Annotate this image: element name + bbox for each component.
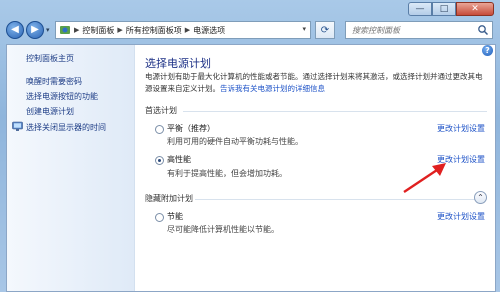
sidebar-item-wake-password[interactable]: 唤醒时需要密码 [26,76,82,87]
change-plan-balanced-link[interactable]: 更改计划设置 [437,123,485,134]
close-button[interactable]: ✕ [456,2,494,16]
change-plan-power-saver-link[interactable]: 更改计划设置 [437,211,485,222]
caption-buttons: — □ ✕ [408,2,494,16]
sidebar-item-home[interactable]: 控制面板主页 [26,53,74,64]
plan-name-balanced[interactable]: 平衡（推荐） [167,123,215,134]
breadcrumb-separator: ▶ [117,26,123,34]
title-bar: — □ ✕ [0,0,500,18]
address-dropdown-icon[interactable]: ▾ [302,25,306,33]
main-panel: ? 选择电源计划 电源计划有助于最大化计算机的性能或者节能。通过选择计划来将其激… [135,45,495,291]
breadcrumb-separator: ▶ [184,26,191,34]
search-box[interactable] [345,21,493,39]
collapse-hidden-plans-button[interactable]: ⌃ [474,191,487,204]
sidebar-item-display-off[interactable]: 选择关闭显示器的时间 [26,122,106,133]
preferred-plans-label: 首选计划 [145,106,177,115]
recent-pages-dropdown[interactable]: ▾ [46,26,50,34]
back-button[interactable]: ◀ [6,21,24,39]
radio-power-saver[interactable] [155,213,164,222]
sidebar-item-power-button[interactable]: 选择电源按钮的功能 [26,91,98,102]
radio-balanced[interactable] [155,125,164,134]
description-line-2: 源设置来自定义计划。告诉我有关电源计划的详细信息 [145,83,488,95]
plan-desc-balanced: 利用可用的硬件自动平衡功耗与性能。 [167,137,303,146]
hidden-plans-divider [195,199,483,200]
breadcrumb-control-panel[interactable]: 控制面板 [82,25,114,36]
content-area: 控制面板主页 唤醒时需要密码 选择电源按钮的功能 创建电源计划 选择关闭显示器的… [6,44,496,292]
radio-high-performance[interactable] [155,156,164,165]
description-line-1: 电源计划有助于最大化计算机的性能或者节能。通过选择计划来将其激活，或选择计划并通… [145,72,483,81]
breadcrumb-power-options[interactable]: 电源选项 [193,25,225,36]
search-input[interactable] [346,25,474,35]
preferred-plans-divider [183,111,487,112]
breadcrumb-separator: ▶ [74,26,80,34]
plan-name-power-saver[interactable]: 节能 [167,211,183,222]
hidden-plans-label: 隐藏附加计划 [145,194,193,203]
sidebar: 控制面板主页 唤醒时需要密码 选择电源按钮的功能 创建电源计划 选择关闭显示器的… [7,45,135,291]
page-title: 选择电源计划 [145,57,211,70]
minimize-button[interactable]: — [408,2,432,16]
forward-button[interactable]: ▶ [26,21,44,39]
power-plan-help-link[interactable]: 告诉我有关电源计划的详细信息 [220,84,325,93]
maximize-button[interactable]: □ [432,2,456,16]
change-plan-high-performance-link[interactable]: 更改计划设置 [437,154,485,165]
monitor-icon [12,121,23,131]
help-icon[interactable]: ? [482,45,493,56]
control-panel-icon [60,26,70,34]
address-bar[interactable]: ▶ 控制面板 ▶ 所有控制面板项 ▶ 电源选项 ▾ [55,21,311,39]
sidebar-item-create-plan[interactable]: 创建电源计划 [26,106,74,117]
plan-desc-high-performance: 有利于提高性能，但会增加功耗。 [167,169,287,178]
breadcrumb-all-items[interactable]: 所有控制面板项 [126,25,182,36]
navigation-bar: ◀ ▶ ▾ ▶ 控制面板 ▶ 所有控制面板项 ▶ 电源选项 ▾ ⟳ [0,20,500,42]
search-icon[interactable] [477,24,489,36]
control-panel-window: — □ ✕ ◀ ▶ ▾ ▶ 控制面板 ▶ 所有控制面板项 ▶ 电源选项 ▾ ⟳ [0,0,500,292]
page-description: 电源计划有助于最大化计算机的性能或者节能。通过选择计划来将其激活，或选择计划并通… [145,71,488,95]
plan-desc-power-saver: 尽可能降低计算机性能以节能。 [167,225,279,234]
description-line-2-text: 源设置来自定义计划。 [145,84,220,93]
refresh-button[interactable]: ⟳ [315,21,335,39]
plan-name-high-performance[interactable]: 高性能 [167,154,191,165]
